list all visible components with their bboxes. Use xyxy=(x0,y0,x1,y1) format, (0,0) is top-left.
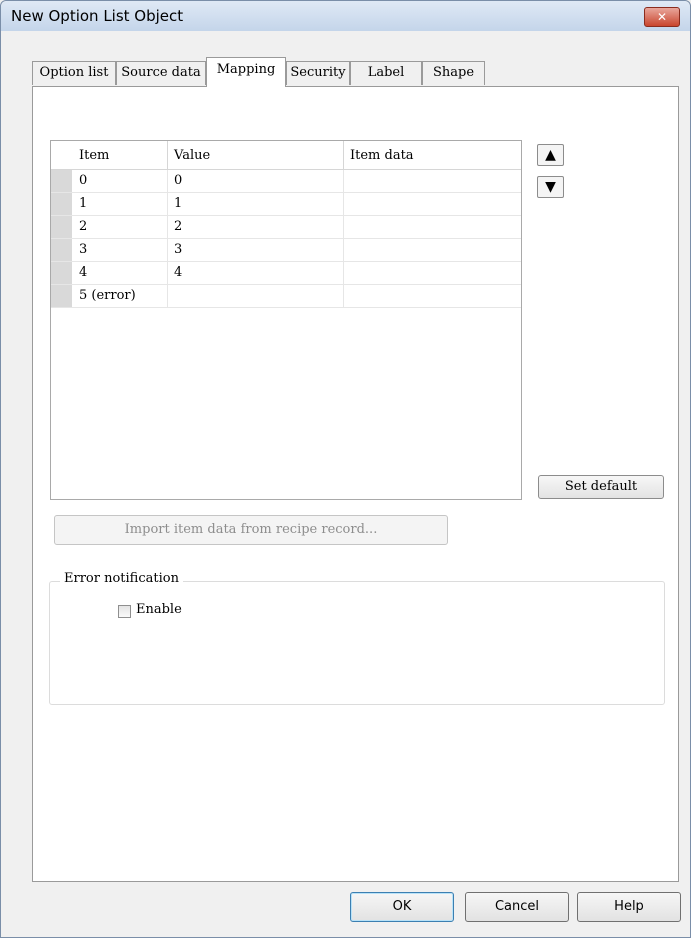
cell-item-data[interactable] xyxy=(344,170,521,192)
close-icon[interactable]: ✕ xyxy=(644,7,680,27)
ok-button[interactable]: OK xyxy=(350,892,454,922)
cell-item[interactable]: 4 xyxy=(73,262,168,284)
mapping-table[interactable]: Item Value Item data 0 0 1 1 2 2 3 3 4 4… xyxy=(50,140,522,500)
table-row[interactable]: 2 2 xyxy=(51,216,521,239)
cell-item[interactable]: 3 xyxy=(73,239,168,261)
cell-item[interactable]: 5 (error) xyxy=(73,285,168,307)
row-header[interactable] xyxy=(51,193,72,215)
column-header-value[interactable]: Value xyxy=(168,141,344,169)
cell-item-data[interactable] xyxy=(344,262,521,284)
column-header-item[interactable]: Item xyxy=(73,141,168,169)
table-row[interactable]: 0 0 xyxy=(51,170,521,193)
row-header[interactable] xyxy=(51,285,72,307)
cell-value[interactable]: 2 xyxy=(168,216,344,238)
cell-item[interactable]: 2 xyxy=(73,216,168,238)
enable-checkbox[interactable] xyxy=(118,605,131,618)
import-item-data-button[interactable]: Import item data from recipe record... xyxy=(54,515,448,545)
cell-item[interactable]: 0 xyxy=(73,170,168,192)
error-notification-group: Error notification Enable xyxy=(49,571,665,705)
cell-value[interactable]: 0 xyxy=(168,170,344,192)
enable-checkbox-label[interactable]: Enable xyxy=(136,602,182,617)
table-row[interactable]: 1 1 xyxy=(51,193,521,216)
row-header[interactable] xyxy=(51,216,72,238)
triangle-up-icon: ▲ xyxy=(545,147,556,163)
tab-shape[interactable]: Shape xyxy=(422,61,485,85)
row-header[interactable] xyxy=(51,239,72,261)
move-up-button[interactable]: ▲ xyxy=(537,144,564,166)
mapping-panel: Item Value Item data 0 0 1 1 2 2 3 3 4 4… xyxy=(32,86,679,882)
column-header-item-data[interactable]: Item data xyxy=(344,141,521,169)
tab-option-list[interactable]: Option list xyxy=(32,61,116,85)
tab-label[interactable]: Label xyxy=(350,61,422,85)
cell-item-data[interactable] xyxy=(344,285,521,307)
move-down-button[interactable]: ▼ xyxy=(537,176,564,198)
cell-item-data[interactable] xyxy=(344,193,521,215)
row-header[interactable] xyxy=(51,170,72,192)
cell-value[interactable]: 3 xyxy=(168,239,344,261)
error-notification-label: Error notification xyxy=(60,571,183,586)
set-default-button[interactable]: Set default xyxy=(538,475,664,499)
row-header[interactable] xyxy=(51,262,72,284)
table-row[interactable]: 5 (error) xyxy=(51,285,521,308)
triangle-down-icon: ▼ xyxy=(545,179,556,195)
tab-security[interactable]: Security xyxy=(286,61,350,85)
title-bar: New Option List Object ✕ xyxy=(1,1,690,31)
table-row[interactable]: 3 3 xyxy=(51,239,521,262)
tab-source-data[interactable]: Source data xyxy=(116,61,206,85)
cell-value[interactable] xyxy=(168,285,344,307)
cell-item[interactable]: 1 xyxy=(73,193,168,215)
table-row[interactable]: 4 4 xyxy=(51,262,521,285)
help-button[interactable]: Help xyxy=(577,892,681,922)
cell-item-data[interactable] xyxy=(344,239,521,261)
cancel-button[interactable]: Cancel xyxy=(465,892,569,922)
tab-mapping[interactable]: Mapping xyxy=(206,57,286,87)
window-title: New Option List Object xyxy=(11,7,184,25)
cell-value[interactable]: 4 xyxy=(168,262,344,284)
cell-item-data[interactable] xyxy=(344,216,521,238)
cell-value[interactable]: 1 xyxy=(168,193,344,215)
table-header: Item Value Item data xyxy=(51,141,521,170)
